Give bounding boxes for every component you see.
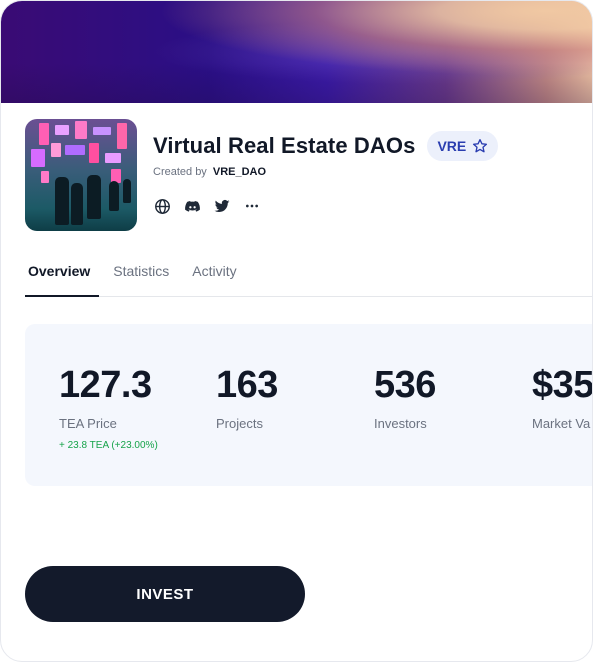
tab-overview[interactable]: Overview xyxy=(25,263,93,279)
stats-panel: 127.3 TEA Price + 23.8 TEA (+23.00%) 163… xyxy=(25,324,593,486)
title-row: Virtual Real Estate DAOs VRE xyxy=(153,131,499,161)
ticker-badge[interactable]: VRE xyxy=(427,131,499,161)
created-by-label: Created by xyxy=(153,166,207,178)
star-icon[interactable] xyxy=(472,138,488,154)
stat-value: $35 xyxy=(532,364,593,406)
invest-button[interactable]: INVEST xyxy=(25,566,305,622)
stat-value: 163 xyxy=(216,364,278,406)
stat-projects: 163 Projects xyxy=(216,364,278,431)
creator-name[interactable]: VRE_DAO xyxy=(213,166,266,178)
creator-line: Created by VRE_DAO xyxy=(153,166,266,178)
social-links xyxy=(153,197,261,215)
stat-label: Market Va xyxy=(532,416,591,431)
stat-label: TEA Price xyxy=(59,416,117,431)
stat-value: 127.3 xyxy=(59,364,152,406)
discord-icon[interactable] xyxy=(183,197,201,215)
collection-thumbnail xyxy=(25,119,137,231)
collection-card: Virtual Real Estate DAOs VRE Created by … xyxy=(0,0,593,662)
stat-label: Investors xyxy=(374,416,427,431)
active-tab-indicator xyxy=(25,295,99,297)
tab-statistics[interactable]: Statistics xyxy=(110,263,172,279)
stat-market-value: $35 Market Va xyxy=(532,364,593,431)
price-change: + 23.8 TEA (+23.00%) xyxy=(59,440,158,451)
stat-investors: 536 Investors xyxy=(374,364,436,431)
tab-activity[interactable]: Activity xyxy=(189,263,239,279)
more-icon[interactable] xyxy=(243,197,261,215)
collection-title: Virtual Real Estate DAOs xyxy=(153,133,416,158)
tab-bar: Overview Statistics Activity xyxy=(25,263,240,279)
globe-icon[interactable] xyxy=(153,197,171,215)
stat-tea-price: 127.3 TEA Price + 23.8 TEA (+23.00%) xyxy=(59,364,158,451)
ticker-label: VRE xyxy=(437,138,467,154)
stat-value: 536 xyxy=(374,364,436,406)
twitter-icon[interactable] xyxy=(213,197,231,215)
tab-divider xyxy=(25,296,592,297)
stat-label: Projects xyxy=(216,416,263,431)
banner-image xyxy=(1,1,592,103)
